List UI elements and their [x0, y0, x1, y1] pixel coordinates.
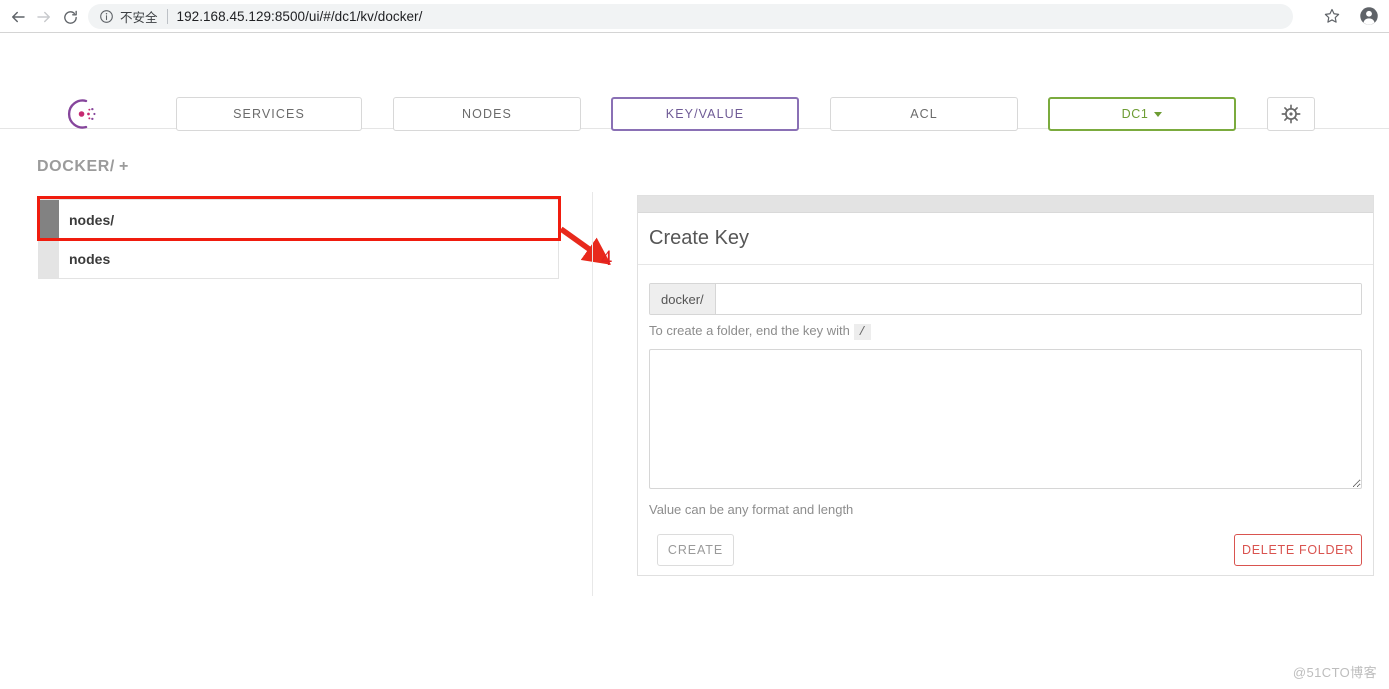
- forward-button: [32, 5, 56, 29]
- panel-body: docker/ To create a folder, end the key …: [638, 265, 1373, 568]
- key-helper-label: To create a folder, end the key with: [649, 323, 850, 338]
- key-list: nodes/ nodes: [38, 199, 559, 279]
- settings-button[interactable]: [1267, 97, 1315, 131]
- profile-avatar-icon: [1360, 7, 1378, 25]
- tab-nodes[interactable]: NODES: [393, 97, 581, 131]
- star-glyph-icon: [1324, 8, 1340, 23]
- panel-actions: CREATE DELETE FOLDER: [649, 534, 1362, 568]
- consul-logo-icon: [68, 99, 96, 129]
- tab-services-label: SERVICES: [233, 107, 305, 121]
- arrow-right-icon: [37, 11, 50, 23]
- back-button[interactable]: [6, 5, 30, 29]
- create-button[interactable]: CREATE: [657, 534, 734, 566]
- list-item-label: nodes/: [69, 211, 115, 228]
- consul-top-nav: SERVICES NODES KEY/VALUE ACL DC1: [0, 33, 1389, 132]
- key-row-indicator: [39, 240, 59, 278]
- list-item[interactable]: nodes: [38, 239, 559, 279]
- address-bar[interactable]: 不安全 192.168.45.129:8500/ui/#/dc1/kv/dock…: [88, 4, 1293, 29]
- tab-services[interactable]: SERVICES: [176, 97, 362, 131]
- info-circle-icon: [100, 10, 113, 23]
- key-row-indicator: [39, 200, 59, 239]
- datacenter-label: DC1: [1121, 107, 1149, 121]
- reload-icon: [63, 10, 77, 24]
- reload-button[interactable]: [58, 5, 82, 29]
- datacenter-selector[interactable]: DC1: [1048, 97, 1236, 131]
- watermark: @51CTO博客: [1292, 665, 1377, 680]
- tab-key-value-label: KEY/VALUE: [665, 107, 745, 121]
- security-status-label: 不安全: [120, 11, 158, 25]
- star-icon[interactable]: [1323, 7, 1341, 25]
- tab-nodes-label: NODES: [462, 107, 512, 121]
- key-prefix-label: docker/: [650, 284, 716, 314]
- breadcrumb: DOCKER/+: [37, 158, 129, 176]
- list-item[interactable]: nodes/: [38, 199, 559, 239]
- key-input-group[interactable]: docker/: [649, 283, 1362, 315]
- omnibox-separator: [166, 9, 168, 24]
- value-textarea[interactable]: [649, 349, 1362, 489]
- consul-logo[interactable]: [64, 96, 100, 132]
- annotation-step-number: 4: [601, 245, 612, 270]
- profile-avatar[interactable]: [1359, 6, 1379, 26]
- key-helper-text: To create a folder, end the key with /: [649, 323, 1362, 340]
- gear-icon: [1281, 104, 1301, 124]
- arrow-left-icon: [12, 11, 25, 23]
- list-item-label: nodes: [69, 251, 111, 267]
- key-helper-code: /: [853, 324, 871, 340]
- tab-acl-label: ACL: [910, 107, 938, 121]
- delete-folder-button[interactable]: DELETE FOLDER: [1234, 534, 1362, 566]
- breadcrumb-path[interactable]: DOCKER/: [37, 158, 115, 175]
- key-name-input[interactable]: [715, 284, 1361, 314]
- breadcrumb-add-icon[interactable]: +: [119, 158, 129, 175]
- browser-chrome: 不安全 192.168.45.129:8500/ui/#/dc1/kv/dock…: [0, 0, 1389, 33]
- tab-key-value[interactable]: KEY/VALUE: [611, 97, 799, 131]
- value-helper-text: Value can be any format and length: [649, 502, 854, 517]
- url-text[interactable]: 192.168.45.129:8500/ui/#/dc1/kv/docker/: [177, 9, 423, 24]
- panel-header-strip: [638, 196, 1373, 213]
- tab-acl[interactable]: ACL: [830, 97, 1018, 131]
- page-title: Create Key: [638, 213, 1373, 265]
- chevron-down-icon: [1154, 111, 1163, 117]
- create-key-panel: Create Key docker/ To create a folder, e…: [637, 195, 1374, 576]
- column-divider: [592, 192, 593, 596]
